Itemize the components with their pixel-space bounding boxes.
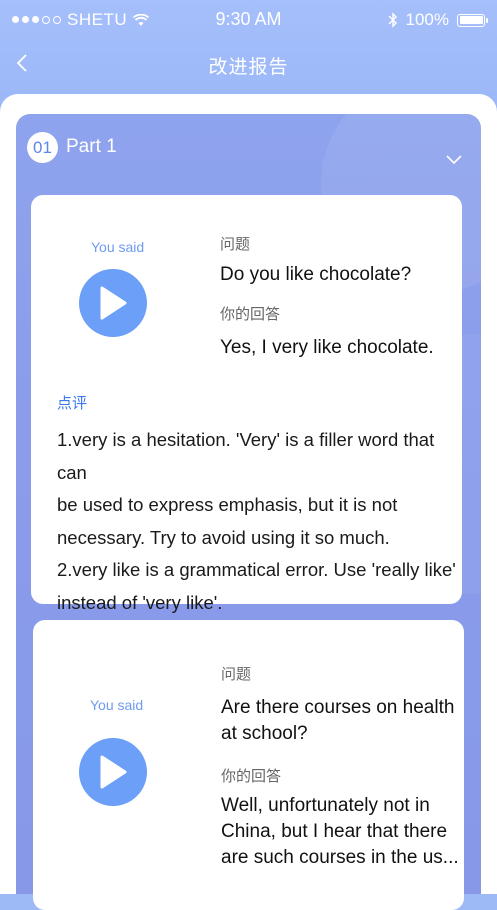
part-header[interactable]: 01 Part 1 — [16, 114, 481, 180]
bluetooth-icon — [388, 12, 397, 28]
play-icon — [100, 755, 127, 789]
answer-label: 你的回答 — [221, 768, 282, 785]
question-text: Do you like chocolate? — [220, 264, 412, 285]
question-label: 问题 — [221, 666, 252, 683]
part-number-badge: 01 — [27, 132, 58, 163]
question-text: Are there courses on health at school? — [221, 697, 455, 744]
battery-area: 100% — [388, 10, 488, 30]
nav-bar: 改进报告 — [0, 44, 497, 84]
answer-text: Well, unfortunately not in China, but I … — [221, 795, 459, 868]
question-label: 问题 — [220, 236, 251, 253]
play-button[interactable] — [79, 738, 147, 806]
you-said-label: You said — [91, 239, 145, 255]
feedback-card: You said 问题 Do you like chocolate? 你的回答 … — [31, 195, 462, 613]
answer-label: 你的回答 — [220, 306, 281, 323]
comment-label: 点评 — [57, 395, 88, 412]
page-title: 改进报告 — [208, 57, 289, 78]
you-said-label: You said — [90, 697, 144, 713]
part-label: Part 1 — [66, 136, 117, 157]
status-bar: SHETU 9:30 AM 100% — [0, 0, 497, 40]
chevron-down-icon[interactable] — [445, 152, 463, 166]
comment-text: 1.very is a hesitation. 'Very' is a fill… — [57, 429, 456, 613]
battery-icon — [457, 13, 488, 27]
play-button[interactable] — [79, 269, 147, 337]
feedback-card: You said 问题 Are there courses on health … — [33, 620, 464, 910]
play-icon — [100, 286, 127, 320]
battery-percent: 100% — [405, 10, 449, 29]
answer-text: Yes, I very like chocolate. — [220, 337, 434, 358]
